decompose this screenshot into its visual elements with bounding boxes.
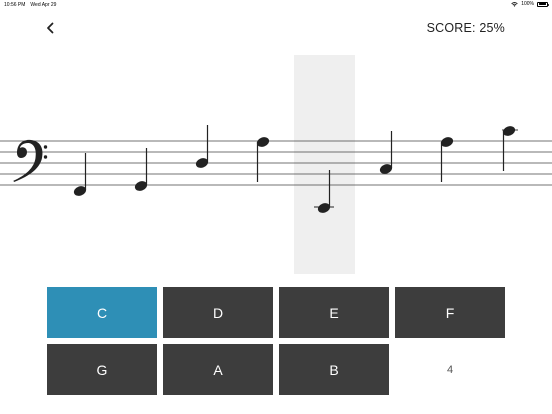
note-2 — [134, 148, 148, 191]
note-1 — [73, 153, 87, 196]
note-3 — [195, 125, 209, 168]
answer-button-a[interactable]: A — [163, 344, 273, 395]
music-staff — [0, 55, 552, 274]
note-4 — [256, 137, 270, 182]
note-8 — [502, 126, 518, 171]
answer-button-b[interactable]: B — [279, 344, 389, 395]
note-7 — [440, 137, 454, 182]
note-6 — [379, 131, 393, 174]
answer-button-e[interactable]: E — [279, 287, 389, 338]
answer-button-c[interactable]: C — [47, 287, 157, 338]
answer-button-f[interactable]: F — [395, 287, 505, 338]
answer-grid: C D E F G A B 4 — [47, 287, 505, 395]
app-screen: 10:56 PM Wed Apr 29 100% SCORE: 25% C D … — [0, 0, 552, 414]
current-note-highlight — [294, 55, 355, 274]
note-count: 4 — [446, 363, 454, 376]
answer-button-g[interactable]: G — [47, 344, 157, 395]
answer-button-d[interactable]: D — [163, 287, 273, 338]
bass-clef-icon — [13, 139, 48, 182]
staff-lines — [0, 140, 552, 186]
